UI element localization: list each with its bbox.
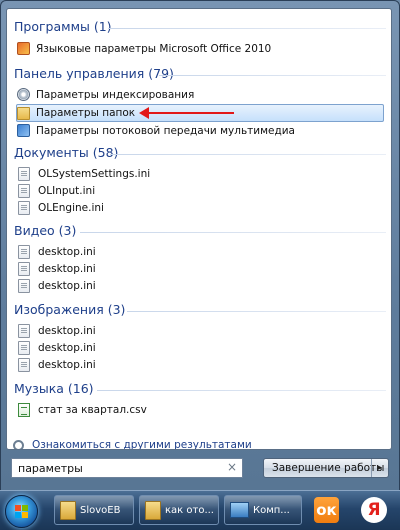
result-item-label: стат за квартал.csv <box>38 403 147 416</box>
category-divider <box>108 28 386 29</box>
category-music[interactable]: Музыка (16) <box>14 381 94 396</box>
result-item-label: desktop.ini <box>38 324 96 337</box>
shutdown-button[interactable]: Завершение работы ▸ <box>263 458 389 478</box>
category-images[interactable]: Изображения (3) <box>14 302 125 317</box>
result-item-label: OLEngine.ini <box>38 201 104 214</box>
odnoklassniki-icon[interactable]: ок <box>314 497 339 523</box>
clear-search-icon[interactable]: × <box>227 460 237 474</box>
category-divider <box>97 390 386 391</box>
result-item-label: Параметры индексирования <box>36 88 195 101</box>
result-item-images-desktop-ini[interactable]: desktop.ini <box>17 356 383 373</box>
search-icon <box>13 439 24 449</box>
shutdown-options-arrow-icon[interactable]: ▸ <box>371 459 388 477</box>
indexing-icon <box>17 88 30 101</box>
result-item-indexing-options[interactable]: Параметры индексирования <box>17 86 383 103</box>
result-item-media-streaming[interactable]: Параметры потоковой передачи мультимедиа <box>17 122 383 139</box>
category-divider <box>80 232 386 233</box>
result-item-images-desktop-ini[interactable]: desktop.ini <box>17 339 383 356</box>
folder-options-icon <box>17 106 30 120</box>
shutdown-label: Завершение работы <box>272 462 385 474</box>
result-item-video-desktop-ini[interactable]: desktop.ini <box>17 243 383 260</box>
windows-logo-icon <box>15 505 28 518</box>
result-item-label: Параметры потоковой передачи мультимедиа <box>36 124 295 137</box>
taskbar-button-label: Комп... <box>253 504 290 516</box>
result-item-olinput[interactable]: OLInput.ini <box>17 182 383 199</box>
result-item-label: desktop.ini <box>38 279 96 292</box>
taskbar-button-label: SlovoEB <box>80 504 121 516</box>
category-divider <box>159 75 386 76</box>
category-divider <box>110 154 386 155</box>
category-programs[interactable]: Программы (1) <box>14 19 112 34</box>
taskbar-button-label: как ото... <box>165 504 214 516</box>
result-item-olengine[interactable]: OLEngine.ini <box>17 199 383 216</box>
result-item-images-desktop-ini[interactable]: desktop.ini <box>17 322 383 339</box>
ini-file-icon <box>18 340 30 355</box>
result-item-video-desktop-ini[interactable]: desktop.ini <box>17 260 383 277</box>
folder-icon <box>60 500 76 520</box>
result-item-office-language[interactable]: Языковые параметры Microsoft Office 2010 <box>17 40 383 57</box>
ini-file-icon <box>18 323 30 338</box>
annotation-arrow <box>139 107 234 119</box>
taskbar-button-computer[interactable]: Комп... <box>224 495 302 525</box>
result-item-label: desktop.ini <box>38 262 96 275</box>
result-item-label: desktop.ini <box>38 245 96 258</box>
folder-icon <box>145 500 161 520</box>
ini-file-icon <box>18 278 30 293</box>
category-divider <box>127 311 386 312</box>
ini-file-icon <box>18 183 30 198</box>
category-video[interactable]: Видео (3) <box>14 223 76 238</box>
csv-file-icon <box>18 402 30 417</box>
result-item-video-desktop-ini[interactable]: desktop.ini <box>17 277 383 294</box>
category-documents[interactable]: Документы (58) <box>14 145 118 160</box>
media-streaming-icon <box>17 124 30 137</box>
see-more-results-label: Ознакомиться с другими результатами <box>32 439 252 450</box>
ini-file-icon <box>18 261 30 276</box>
result-item-label: Языковые параметры Microsoft Office 2010 <box>36 42 272 55</box>
ini-file-icon <box>18 166 30 181</box>
result-item-csv[interactable]: стат за квартал.csv <box>17 401 383 418</box>
search-input[interactable]: параметры × <box>11 458 243 478</box>
see-more-results-link[interactable]: Ознакомиться с другими результатами <box>13 439 252 450</box>
taskbar-button-kak-oto[interactable]: как ото... <box>139 495 219 525</box>
result-item-label: desktop.ini <box>38 341 96 354</box>
result-item-olsystemsettings[interactable]: OLSystemSettings.ini <box>17 165 383 182</box>
taskbar-button-slovoeb[interactable]: SlovoEB <box>54 495 134 525</box>
yandex-browser-icon[interactable]: Я <box>361 497 387 523</box>
result-item-label: OLSystemSettings.ini <box>38 167 151 180</box>
result-item-label: desktop.ini <box>38 358 96 371</box>
ini-file-icon <box>18 200 30 215</box>
language-settings-icon <box>17 42 30 55</box>
search-input-value: параметры <box>18 461 83 475</box>
computer-icon <box>230 502 249 518</box>
result-item-label: OLInput.ini <box>38 184 96 197</box>
category-control-panel[interactable]: Панель управления (79) <box>14 66 174 81</box>
result-item-label: Параметры папок <box>36 107 136 119</box>
search-results-panel: Программы (1) Языковые параметры Microso… <box>6 8 392 450</box>
start-button[interactable] <box>5 495 38 528</box>
ini-file-icon <box>18 244 30 259</box>
ini-file-icon <box>18 357 30 372</box>
